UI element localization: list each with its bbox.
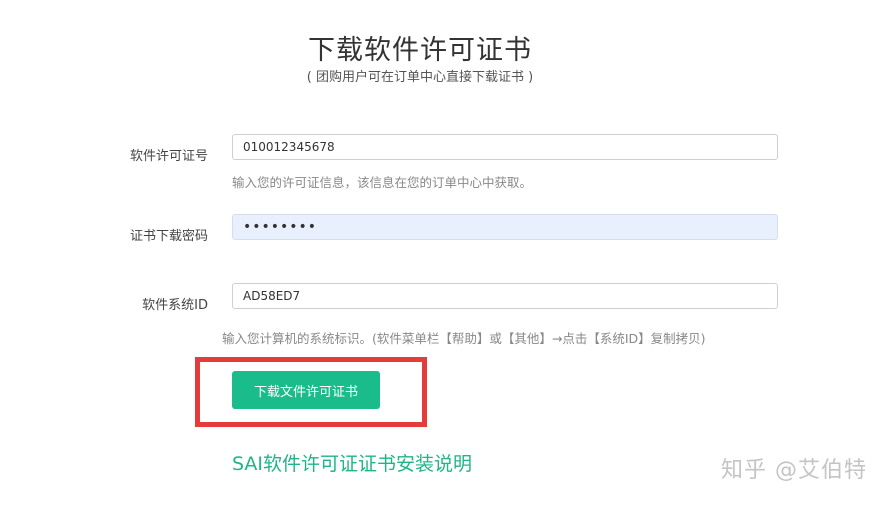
install-guide-link[interactable]: SAI软件许可证证书安装说明 bbox=[232, 449, 472, 476]
download-license-button[interactable]: 下载文件许可证书 bbox=[232, 371, 380, 409]
download-password-input[interactable] bbox=[232, 214, 778, 240]
system-id-help: 输入您计算机的系统标识。(软件菜单栏【帮助】或【其他】→点击【系统ID】复制拷贝… bbox=[222, 331, 706, 346]
download-password-label: 证书下载密码 bbox=[129, 229, 208, 244]
license-number-help: 输入您的许可证信息，该信息在您的订单中心中获取。 bbox=[232, 175, 533, 190]
system-id-input[interactable] bbox=[232, 283, 778, 309]
license-number-label: 软件许可证号 bbox=[129, 149, 208, 164]
page-title: 下载软件许可证书 bbox=[308, 35, 532, 66]
license-number-input[interactable] bbox=[232, 134, 778, 160]
page-subtitle: ( 团购用户可在订单中心直接下载证书 ) bbox=[306, 70, 534, 85]
watermark: 知乎 @艾伯特 bbox=[721, 458, 867, 483]
system-id-label: 软件系统ID bbox=[142, 298, 208, 313]
